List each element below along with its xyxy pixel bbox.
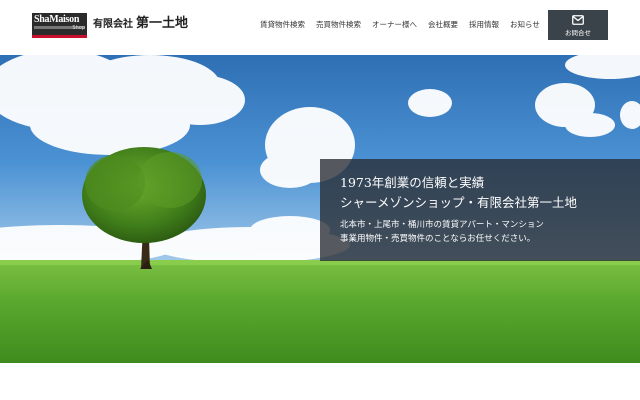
company-prefix: 有限会社	[93, 19, 133, 30]
hero-overlay: 1973年創業の信頼と実績 シャーメゾンショップ・有限会社第一土地 北本市・上尾…	[320, 159, 640, 261]
nav-rental-search[interactable]: 賃貸物件検索	[260, 19, 305, 31]
nav-sale-search[interactable]: 売買物件検索	[316, 19, 361, 31]
hero-headline-line1: 1973年創業の信頼と実績	[340, 175, 485, 190]
company-name[interactable]: 有限会社 第一土地	[93, 15, 188, 34]
content-area	[0, 363, 640, 400]
logo-stripe	[32, 35, 87, 38]
contact-button[interactable]: お問合せ	[548, 10, 608, 40]
company-name-text: 第一土地	[136, 16, 189, 31]
hero-subtext-line2: 事業用物件・売買物件のことならお任せください。	[340, 234, 536, 244]
logo-shop-text: Shop	[72, 25, 85, 31]
site-header: ShaMaison Shop 有限会社 第一土地 賃貸物件検索 売買物件検索 オー…	[0, 0, 640, 55]
contact-label: お問合せ	[565, 29, 591, 37]
hero-section: 1973年創業の信頼と実績 シャーメゾンショップ・有限会社第一土地 北本市・上尾…	[0, 55, 640, 363]
nav-owners[interactable]: オーナー様へ	[372, 19, 417, 31]
hero-subtext-line1: 北本市・上尾市・桶川市の賃貸アパート・マンション	[340, 220, 544, 230]
mail-icon	[572, 15, 584, 25]
nav-company[interactable]: 会社概要	[428, 19, 458, 31]
nav-recruit[interactable]: 採用情報	[469, 19, 499, 31]
hero-headline-line2: シャーメゾンショップ・有限会社第一土地	[340, 195, 578, 210]
shamaison-logo[interactable]: ShaMaison Shop	[32, 13, 87, 38]
nav-news[interactable]: お知らせ	[510, 19, 540, 31]
main-nav: 賃貸物件検索 売買物件検索 オーナー様へ 会社概要 採用情報 お知らせ	[260, 19, 551, 31]
